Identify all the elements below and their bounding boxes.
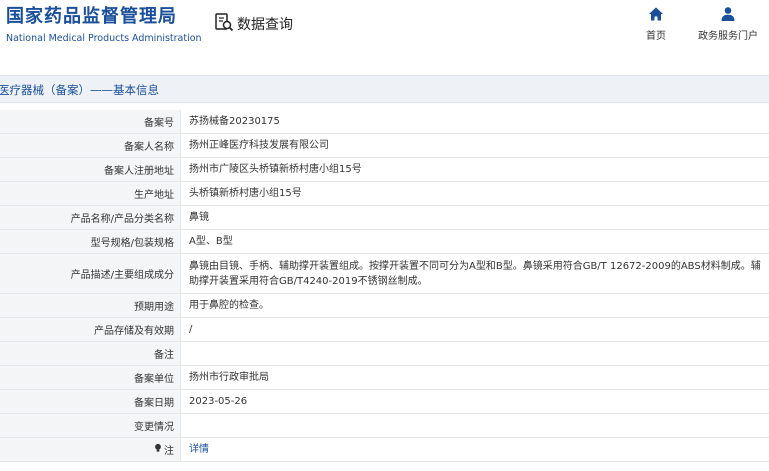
detail-table: 备案号 苏扬械备20230175 备案人名称 扬州正峰医疗科技发展有限公司 备案…	[0, 110, 769, 462]
details-link[interactable]: 详情	[181, 438, 769, 461]
row-label: 预期用途	[0, 294, 181, 317]
nav-government-services[interactable]: 政务服务门户	[698, 6, 758, 42]
table-row: 备案人注册地址 扬州市广陵区头桥镇新桥村唐小组15号	[0, 158, 769, 182]
site-logo[interactable]: 国家药品监督管理局 National Medical Products Admi…	[6, 6, 202, 46]
section-title-bar: 医疗器械（备案）——基本信息	[0, 75, 769, 103]
table-row: 备案人名称 扬州正峰医疗科技发展有限公司	[0, 134, 769, 158]
section-title: 医疗器械（备案）——基本信息	[0, 83, 159, 97]
row-value: 扬州正峰医疗科技发展有限公司	[189, 140, 329, 151]
table-row: 备注	[0, 342, 769, 366]
row-label: 产品名称/产品分类名称	[0, 206, 181, 229]
row-value: /	[189, 324, 193, 335]
lightbulb-icon	[154, 443, 162, 456]
table-row: 备案号 苏扬械备20230175	[0, 110, 769, 134]
nav-home-label: 首页	[646, 31, 666, 42]
home-icon	[646, 6, 666, 22]
row-value: 鼻镜由目镜、手柄、辅助撑开装置组成。按撑开装置不同可分为A型和B型。鼻镜采用符合…	[189, 260, 761, 287]
document-search-icon	[214, 12, 234, 36]
row-label: 产品描述/主要组成成分	[0, 254, 181, 293]
row-value	[181, 342, 769, 365]
row-label: 备注	[0, 342, 181, 365]
row-value: 扬州市广陵区头桥镇新桥村唐小组15号	[189, 164, 362, 175]
row-value	[181, 414, 769, 437]
table-row: 备案单位 扬州市行政审批局	[0, 366, 769, 390]
row-label: 产品存储及有效期	[0, 318, 181, 341]
user-icon	[698, 6, 758, 22]
nav-government-services-label: 政务服务门户	[698, 31, 758, 42]
nav-home[interactable]: 首页	[646, 6, 666, 42]
table-row: 变更情况	[0, 414, 769, 438]
data-query-heading: 数据查询	[214, 12, 293, 36]
row-label: 备案人注册地址	[0, 158, 181, 181]
table-row: 产品存储及有效期 /	[0, 318, 769, 342]
row-label: 型号规格/包装规格	[0, 230, 181, 253]
row-value: 2023-05-26	[189, 396, 248, 407]
note-label-cell: 注	[0, 438, 181, 461]
row-value: 苏扬械备20230175	[189, 116, 280, 127]
table-row: 生产地址 头桥镇新桥村唐小组15号	[0, 182, 769, 206]
row-label: 备案号	[0, 110, 181, 133]
row-label: 备案日期	[0, 390, 181, 413]
data-query-label: 数据查询	[237, 17, 293, 33]
row-value: 头桥镇新桥村唐小组15号	[189, 188, 302, 199]
logo-chinese-title: 国家药品监督管理局	[6, 6, 177, 27]
row-label: 生产地址	[0, 182, 181, 205]
row-label: 变更情况	[0, 414, 181, 437]
table-row: 产品描述/主要组成成分 鼻镜由目镜、手柄、辅助撑开装置组成。按撑开装置不同可分为…	[0, 254, 769, 294]
table-row: 备案日期 2023-05-26	[0, 390, 769, 414]
row-label: 备案人名称	[0, 134, 181, 157]
table-row: 型号规格/包装规格 A型、B型	[0, 230, 769, 254]
row-label: 注	[164, 446, 174, 457]
table-row: 产品名称/产品分类名称 鼻镜	[0, 206, 769, 230]
row-value: 扬州市行政审批局	[189, 372, 269, 383]
site-header: 国家药品监督管理局 National Medical Products Admi…	[0, 0, 769, 62]
row-value: 用于鼻腔的检查。	[189, 300, 269, 311]
table-row: 注 详情	[0, 438, 769, 462]
row-label: 备案单位	[0, 366, 181, 389]
row-value: 鼻镜	[189, 212, 209, 223]
row-value: A型、B型	[189, 236, 233, 247]
table-row: 预期用途 用于鼻腔的检查。	[0, 294, 769, 318]
logo-english-title: National Medical Products Administration	[6, 33, 202, 44]
